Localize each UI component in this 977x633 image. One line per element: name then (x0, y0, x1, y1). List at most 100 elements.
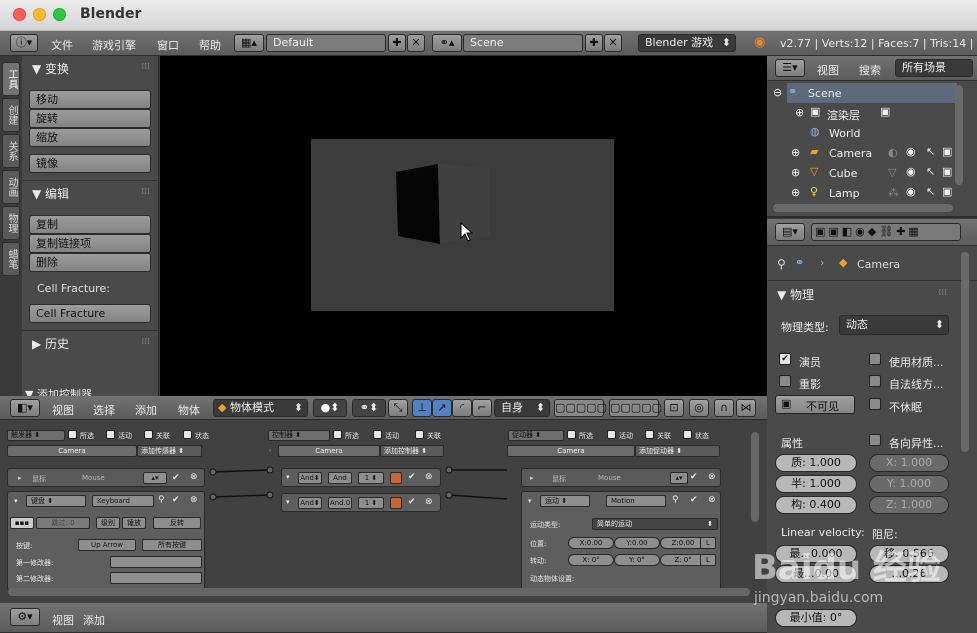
transform-manipulator-button[interactable]: ⊥ (412, 399, 432, 417)
menu-select[interactable]: 选择 (93, 402, 115, 418)
add-scene-button[interactable]: ✚ (585, 34, 603, 52)
panel-history-title[interactable]: ▶ 历史 (32, 335, 69, 352)
logic-menu-add[interactable]: 添加 (83, 612, 105, 628)
add-sensor-button[interactable]: 添加传感器 ⬍ (137, 445, 202, 457)
controllers-dropdown[interactable]: 控制器 ⬍ (268, 430, 330, 441)
form-factor-field[interactable]: 构: 0.400 (775, 496, 857, 514)
logic-vertical-scrollbar[interactable] (751, 432, 759, 522)
controller-1-type[interactable]: And⬍ (298, 472, 322, 484)
outliner-row-lamp[interactable]: ⊕ ♀ Lamp ⁂ ◉ ↖ ▣ (770, 185, 960, 205)
pin-icon[interactable]: ⚲ (777, 257, 786, 271)
translate-manipulator-button[interactable]: ↗ (432, 399, 452, 417)
tab-relations[interactable]: 关系 (2, 134, 20, 168)
view3d-editor-type-button[interactable]: ◧▾ (10, 399, 40, 417)
first-modifier-field[interactable] (110, 556, 202, 568)
actuator-mouse[interactable]: ▸ 鼠标 Mouse ▴▾ ✔ ⊗ (521, 468, 721, 487)
render-engine-select[interactable]: Blender 游戏 ⬍ (638, 34, 736, 52)
damping-rotation-field[interactable]: ...0.26 (869, 565, 949, 583)
check-icon[interactable]: ✔ (172, 495, 180, 505)
scale-button[interactable]: 缩放 (29, 128, 151, 147)
remove-actuator-icon[interactable]: ⊗ (708, 495, 716, 505)
actuator-motion-name[interactable]: Motion (606, 495, 666, 507)
expand-toggle-icon[interactable]: ⊖ (773, 86, 782, 99)
controllers-link-checkbox[interactable] (415, 430, 424, 439)
logic-menu-view[interactable]: 视图 (52, 612, 74, 628)
cursor-select-icon[interactable]: ↖ (926, 165, 935, 178)
panel-add-controller-title[interactable]: ▼ 添加控制器 (25, 386, 92, 396)
tab-grease-pencil[interactable]: 蜡笔 (2, 242, 20, 276)
menu-object[interactable]: 物体 (178, 402, 200, 418)
use-normal-checkbox[interactable] (869, 375, 881, 387)
duplicate-button[interactable]: 复制 (29, 215, 151, 234)
outliner-display-mode-select[interactable]: 所有场景 (895, 59, 973, 77)
mirror-button[interactable]: 镜像 (29, 154, 151, 173)
damping-translation-field[interactable]: 移: 0.566 (869, 545, 949, 563)
scene-field[interactable]: Scene (463, 34, 583, 52)
minimize-window-button[interactable] (33, 8, 46, 21)
add-actuator-button[interactable]: 添加促动器 ⬍ (635, 445, 720, 457)
tab-tools[interactable]: 工具 (2, 62, 20, 96)
second-modifier-field[interactable] (110, 572, 202, 584)
remove-screen-button[interactable]: ✕ (407, 34, 425, 52)
cursor-select-icon[interactable]: ↖ (926, 185, 935, 198)
check-icon[interactable]: ✔ (408, 497, 416, 507)
properties-editor-type-button[interactable]: ▤▾ (775, 223, 805, 241)
radius-field[interactable]: 半: 1.000 (775, 475, 857, 493)
menu-add[interactable]: 添加 (135, 402, 157, 418)
velocity-min-field[interactable]: 最...0.000 (775, 545, 857, 563)
controllers-active-checkbox[interactable] (373, 430, 382, 439)
outliner-row-scene[interactable]: ⊖ ⚭ Scene (770, 85, 960, 105)
rot-local-toggle[interactable]: L (700, 554, 716, 566)
outliner-menu-search[interactable]: 搜索 (859, 62, 881, 78)
pin-icon[interactable]: ⚲ (672, 495, 679, 505)
remove-controller-icon[interactable]: ⊗ (425, 472, 433, 482)
outliner-row-cube[interactable]: ⊕ ▽ Cube ▽ ◉ ↖ ▣ (770, 165, 960, 185)
maximize-window-button[interactable] (53, 8, 66, 21)
move-actuator-button[interactable]: ▴▾ (670, 472, 688, 484)
outliner-menu-view[interactable]: 视图 (817, 62, 839, 78)
tab-create[interactable]: 创建 (2, 98, 20, 132)
cursor-select-icon[interactable]: ↖ (926, 145, 935, 158)
expand-toggle-icon[interactable]: ⊕ (795, 106, 804, 119)
rotate-manipulator-button[interactable]: ◜ (452, 399, 472, 417)
properties-scrollbar[interactable] (961, 252, 969, 452)
key-field[interactable]: Up Arrow (78, 539, 136, 551)
render-camera-icon[interactable]: ▣ (942, 145, 952, 158)
collapse-icon[interactable]: ▾ (14, 497, 18, 505)
outliner-row-render-layers[interactable]: ⊕ ▣ 渲染层 ▣ (770, 105, 960, 125)
eye-icon[interactable]: ◉ (906, 165, 916, 178)
controllers-selected-checkbox[interactable] (333, 430, 342, 439)
remove-sensor-icon[interactable]: ⊗ (190, 472, 198, 482)
duplicate-linked-button[interactable]: 复制链接项 (29, 234, 151, 253)
check-icon[interactable]: ✔ (690, 495, 698, 505)
close-window-button[interactable] (13, 8, 26, 21)
angular-min-field[interactable]: 最小值: 0° (775, 609, 857, 627)
invert-button[interactable]: 反转 (153, 517, 201, 529)
panel-transform-title[interactable]: ▼ 变换 (32, 60, 69, 77)
snap-element-button[interactable]: ⋈ (736, 399, 756, 417)
render-camera-icon[interactable]: ▣ (942, 185, 952, 198)
controller-2-name[interactable]: And.0 (328, 497, 352, 509)
skip-field[interactable]: 跳过: 0 (36, 517, 90, 529)
properties-context-tabs[interactable]: ▣▣◧◉◆⛓✚▦ (811, 223, 961, 241)
anisotropic-z-field[interactable]: Z: 1.000 (869, 496, 949, 514)
actuators-link-checkbox[interactable] (645, 430, 654, 439)
mass-field[interactable]: 质: 1.000 (775, 454, 857, 472)
outliner-row-world[interactable]: ◍ World (770, 125, 960, 145)
logic-editor-type-button[interactable]: ⚙▾ (10, 608, 40, 626)
expand-icon[interactable]: ▸ (530, 474, 534, 482)
collapse-icon[interactable]: ▾ (286, 498, 290, 506)
scene-browse[interactable]: ⚭▴ (432, 34, 462, 52)
proportional-edit-button[interactable]: ∩ (714, 399, 734, 417)
controller-1-name[interactable]: And (328, 472, 352, 484)
scale-manipulator-button[interactable]: ⌐ (472, 399, 492, 417)
sensors-active-checkbox[interactable] (106, 430, 115, 439)
rot-y-field[interactable]: Y: 0° (614, 554, 660, 566)
level-button[interactable]: 级别 (96, 517, 120, 529)
drag-handle-icon[interactable]: ⁞⁞⁞ (141, 62, 150, 72)
collapse-icon[interactable]: ▾ (528, 497, 532, 505)
loc-local-toggle[interactable]: L (700, 537, 716, 549)
expand-toggle-icon[interactable]: ⊕ (791, 166, 800, 179)
sensors-state-checkbox[interactable] (183, 430, 192, 439)
logic-editor[interactable]: 触发器 ⬍ 所选 活动 关联 状态 Camera 添加传感器 ⬍ ▸ 鼠标 Mo… (0, 420, 767, 603)
